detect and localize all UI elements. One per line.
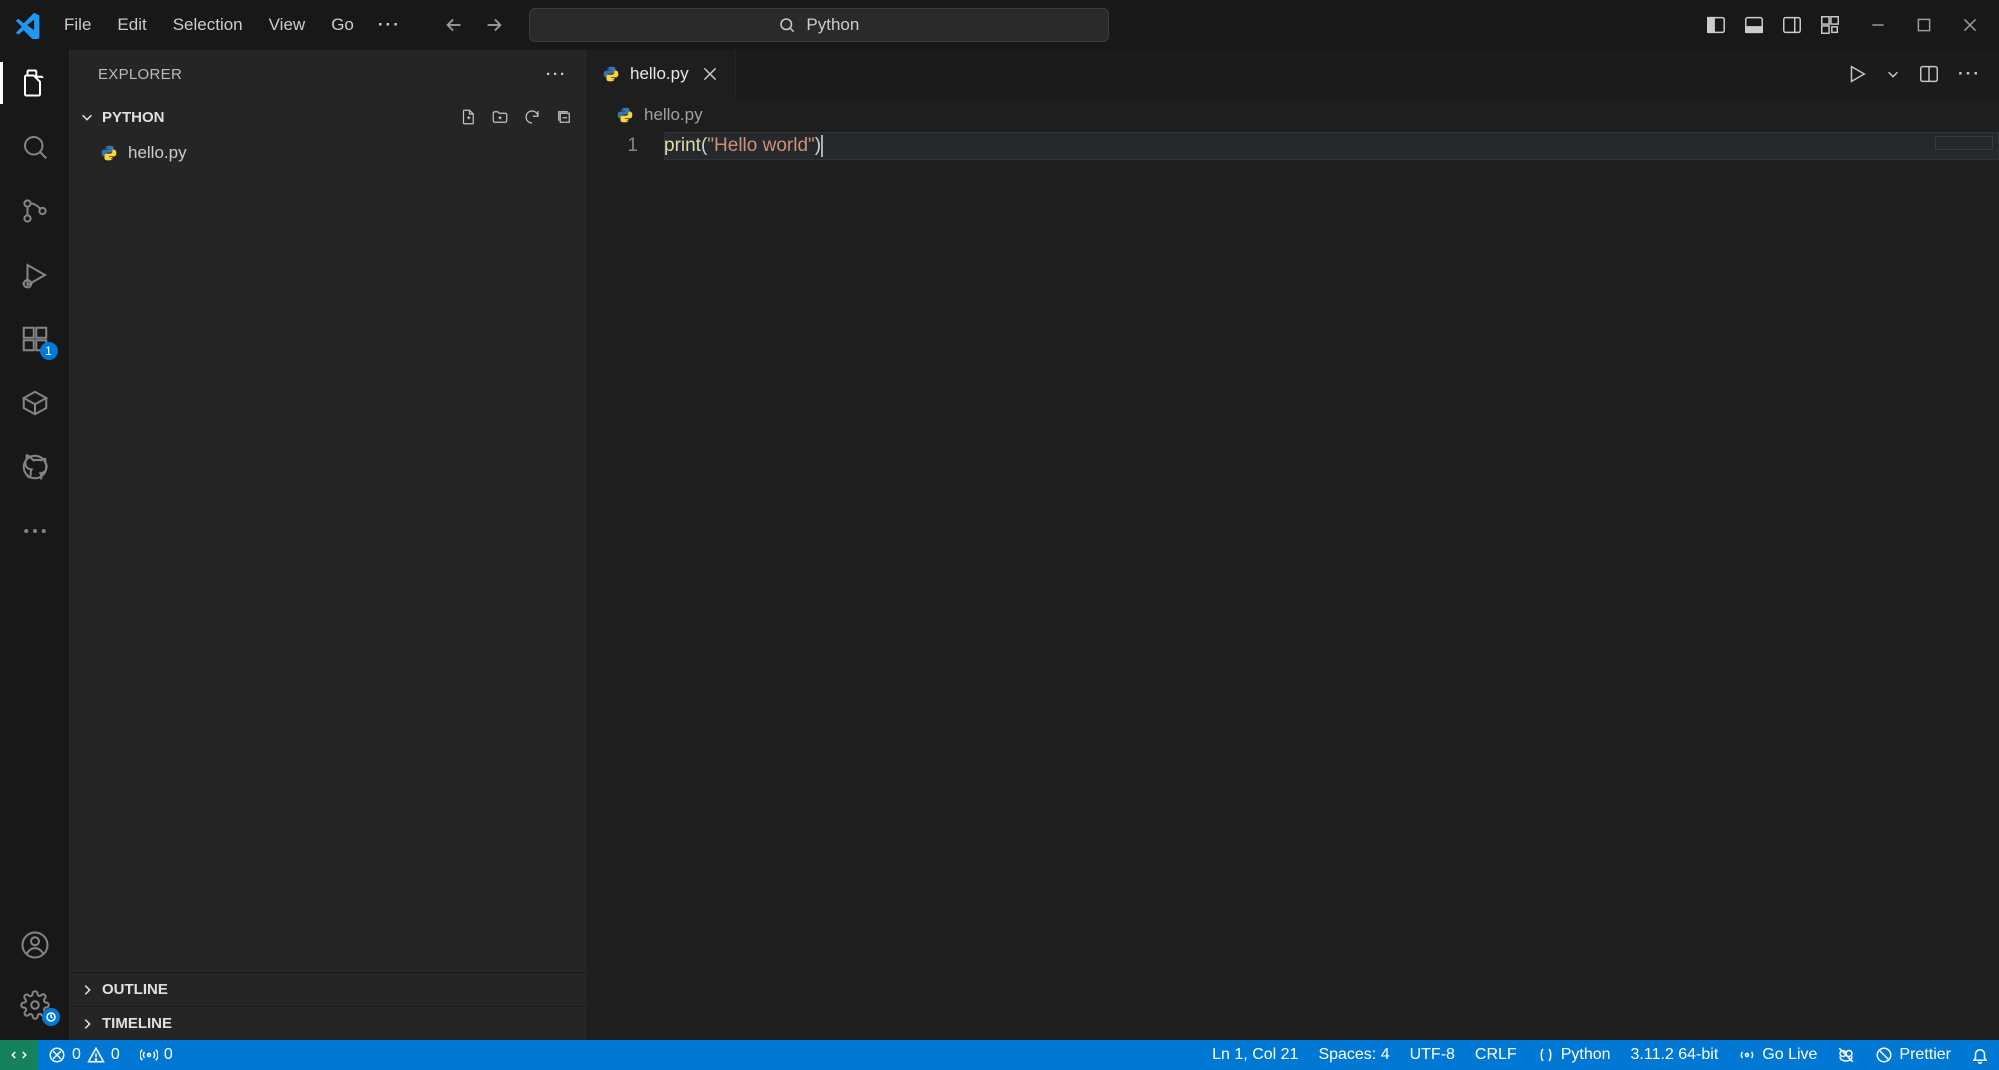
activity-more[interactable] — [0, 516, 70, 546]
activity-github[interactable] — [0, 452, 70, 482]
activity-source-control[interactable] — [0, 196, 70, 226]
chevron-right-icon — [80, 983, 94, 997]
timeline-panel[interactable]: TIMELINE — [70, 1006, 585, 1040]
python-file-icon — [100, 144, 118, 162]
nav-back-button[interactable] — [443, 14, 465, 36]
nav-forward-button[interactable] — [483, 14, 505, 36]
window-minimize-button[interactable] — [1869, 16, 1887, 34]
code-line[interactable]: print("Hello world") — [664, 132, 1999, 160]
explorer-folder-name: PYTHON — [102, 109, 165, 126]
activity-containers[interactable] — [0, 388, 70, 418]
status-ports[interactable]: 0 — [130, 1046, 183, 1064]
explorer-folder-actions — [459, 108, 573, 126]
status-ports-count: 0 — [164, 1046, 173, 1064]
refresh-icon[interactable] — [523, 108, 541, 126]
explorer-title: EXPLORER — [98, 66, 182, 83]
search-placeholder: Python — [806, 15, 859, 35]
file-tree: hello.py — [70, 136, 585, 972]
status-problems[interactable]: 0 0 — [38, 1046, 130, 1064]
text-cursor — [821, 135, 823, 157]
vscode-window: File Edit Selection View Go ··· Python — [0, 0, 1999, 1070]
outline-panel[interactable]: OUTLINE — [70, 972, 585, 1006]
toggle-panel-icon[interactable] — [1743, 14, 1765, 36]
status-copilot[interactable] — [1827, 1046, 1865, 1064]
status-prettier[interactable]: Prettier — [1865, 1046, 1961, 1064]
timeline-label: TIMELINE — [102, 1015, 172, 1032]
minimap[interactable] — [1919, 132, 1999, 152]
vscode-logo-icon — [8, 5, 48, 45]
status-interpreter[interactable]: 3.11.2 64-bit — [1621, 1046, 1729, 1064]
window-close-button[interactable] — [1961, 16, 1979, 34]
window-controls — [1869, 16, 1979, 34]
menu-view[interactable]: View — [257, 9, 318, 41]
status-errors-count: 0 — [72, 1046, 81, 1064]
workbench-body: 1 EXPLORER — [0, 50, 1999, 1040]
activity-accounts[interactable] — [0, 930, 70, 960]
file-tree-item-label: hello.py — [128, 143, 187, 163]
customize-layout-icon[interactable] — [1819, 14, 1841, 36]
menu-go[interactable]: Go — [319, 9, 366, 41]
status-bar: 0 0 0 Ln 1, Col 21 Spaces: 4 UTF-8 CRLF … — [0, 1040, 1999, 1070]
explorer-sidebar: EXPLORER ··· PYTHON hello.py — [70, 50, 586, 1040]
chevron-down-icon — [80, 110, 94, 124]
editor-more-actions[interactable]: ··· — [1958, 64, 1981, 84]
remote-indicator[interactable] — [0, 1040, 38, 1070]
new-file-icon[interactable] — [459, 108, 477, 126]
menu-edit[interactable]: Edit — [105, 9, 158, 41]
status-notifications[interactable] — [1961, 1046, 1999, 1064]
status-eol[interactable]: CRLF — [1465, 1046, 1527, 1064]
new-folder-icon[interactable] — [491, 108, 509, 126]
editor-group: hello.py ··· hello.py — [586, 50, 1999, 1040]
command-center-search[interactable]: Python — [529, 8, 1109, 42]
status-encoding[interactable]: UTF-8 — [1400, 1046, 1465, 1064]
menu-file[interactable]: File — [52, 9, 103, 41]
python-file-icon — [602, 65, 620, 83]
tab-close-button[interactable] — [699, 65, 721, 83]
extensions-update-badge: 1 — [40, 342, 58, 360]
status-cursor-position[interactable]: Ln 1, Col 21 — [1202, 1046, 1308, 1064]
outline-label: OUTLINE — [102, 981, 168, 998]
activity-extensions[interactable]: 1 — [0, 324, 70, 354]
split-editor-button[interactable] — [1918, 63, 1940, 85]
toggle-primary-sidebar-icon[interactable] — [1705, 14, 1727, 36]
run-file-button[interactable] — [1846, 63, 1868, 85]
breadcrumb-file: hello.py — [644, 105, 703, 125]
title-bar: File Edit Selection View Go ··· Python — [0, 0, 1999, 50]
status-warnings-count: 0 — [111, 1046, 120, 1064]
toggle-secondary-sidebar-icon[interactable] — [1781, 14, 1803, 36]
editor-tab-actions: ··· — [1828, 50, 1999, 98]
menu-more[interactable]: ··· — [368, 9, 411, 41]
activity-search[interactable] — [0, 132, 70, 162]
breadcrumbs[interactable]: hello.py — [586, 98, 1999, 132]
chevron-right-icon — [80, 1017, 94, 1031]
menu-selection[interactable]: Selection — [161, 9, 255, 41]
editor-tab-label: hello.py — [630, 64, 689, 84]
menu-bar: File Edit Selection View Go ··· — [52, 9, 411, 41]
window-maximize-button[interactable] — [1915, 16, 1933, 34]
activity-bar: 1 — [0, 50, 70, 1040]
collapse-all-icon[interactable] — [555, 108, 573, 126]
editor-tab-active[interactable]: hello.py — [586, 50, 736, 98]
activity-settings[interactable] — [0, 990, 70, 1020]
status-language[interactable]: Python — [1527, 1046, 1621, 1064]
run-dropdown-button[interactable] — [1886, 67, 1900, 81]
explorer-header: EXPLORER ··· — [70, 50, 585, 98]
explorer-more-actions[interactable]: ··· — [546, 66, 567, 83]
settings-sync-badge — [42, 1008, 60, 1026]
python-file-icon — [616, 106, 634, 124]
explorer-folder-row[interactable]: PYTHON — [70, 98, 585, 136]
status-go-live[interactable]: Go Live — [1728, 1046, 1827, 1064]
nav-history — [443, 14, 505, 36]
editor-tabs: hello.py ··· — [586, 50, 1999, 98]
layout-controls — [1705, 14, 1841, 36]
activity-run-debug[interactable] — [0, 260, 70, 290]
line-number: 1 — [586, 132, 664, 160]
code-editor[interactable]: 1print("Hello world") — [586, 132, 1999, 1040]
activity-explorer[interactable] — [0, 68, 70, 98]
file-tree-item[interactable]: hello.py — [70, 136, 585, 170]
status-indentation[interactable]: Spaces: 4 — [1308, 1046, 1399, 1064]
